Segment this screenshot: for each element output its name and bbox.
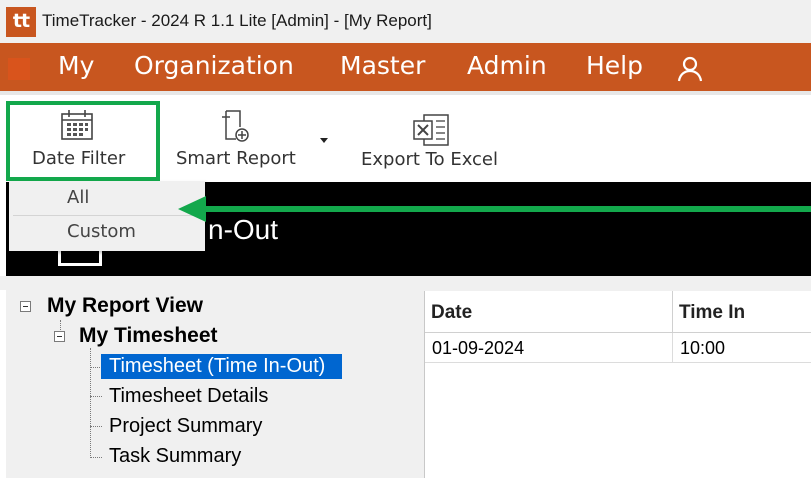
menu-item-my[interactable]: My xyxy=(58,51,94,80)
tree-connector-branch xyxy=(90,396,102,397)
column-header-date[interactable]: Date xyxy=(425,291,673,333)
menu-side-mark xyxy=(8,58,30,80)
menu-item-admin[interactable]: Admin xyxy=(467,51,547,80)
annotation-arrow xyxy=(178,196,811,222)
tree-item-timesheet-time-in-out[interactable]: Timesheet (Time In-Out) xyxy=(109,355,325,378)
date-filter-option-custom-label: Custom xyxy=(67,221,136,242)
smart-report-button[interactable]: Smart Report xyxy=(172,95,312,182)
title-bar: tt TimeTracker - 2024 R 1.1 Lite [Admin]… xyxy=(0,0,811,43)
tree-collapse-group-icon[interactable] xyxy=(54,331,65,342)
menu-bar: My Organization Master Admin Help xyxy=(0,43,811,91)
tree-connector-branch xyxy=(90,457,102,458)
content-divider xyxy=(0,276,811,290)
menu-item-organization[interactable]: Organization xyxy=(134,51,294,80)
column-header-time-in[interactable]: Time In xyxy=(673,291,811,333)
table-cell-time-in[interactable]: 10:00 xyxy=(673,333,811,363)
date-filter-highlight xyxy=(6,101,160,181)
tree-item-task-summary[interactable]: Task Summary xyxy=(109,445,241,468)
report-grid: Date Time In 01-09-2024 10:00 xyxy=(424,291,811,478)
table-cell-time-in-value: 10:00 xyxy=(680,338,726,358)
date-filter-option-all-label: All xyxy=(67,187,90,208)
smart-report-dropdown-caret[interactable] xyxy=(320,138,328,143)
user-icon[interactable] xyxy=(676,55,704,83)
export-excel-label: Export To Excel xyxy=(361,149,498,170)
dropdown-separator xyxy=(13,215,201,216)
smart-report-icon xyxy=(222,110,249,142)
tree-connector xyxy=(60,320,61,330)
tree-group-label[interactable]: My Timesheet xyxy=(79,324,218,348)
app-logo: tt xyxy=(6,7,36,37)
tree-collapse-root-icon[interactable] xyxy=(20,301,31,312)
table-cell-date-value: 01-09-2024 xyxy=(432,338,525,358)
menu-item-help[interactable]: Help xyxy=(586,51,643,80)
window-title: TimeTracker - 2024 R 1.1 Lite [Admin] - … xyxy=(42,11,432,30)
tree-connector-vertical xyxy=(90,348,91,458)
column-header-date-label: Date xyxy=(431,302,473,323)
column-header-time-in-label: Time In xyxy=(679,302,746,323)
tree-item-timesheet-details[interactable]: Timesheet Details xyxy=(109,385,268,408)
tree-item-project-summary[interactable]: Project Summary xyxy=(109,415,262,438)
table-cell-date[interactable]: 01-09-2024 xyxy=(425,333,673,363)
tree-root-label[interactable]: My Report View xyxy=(47,294,203,318)
tree-connector-branch xyxy=(90,426,102,427)
excel-icon xyxy=(413,114,449,146)
export-excel-button[interactable]: Export To Excel xyxy=(360,95,510,182)
smart-report-label: Smart Report xyxy=(176,148,296,169)
menu-item-master[interactable]: Master xyxy=(340,51,425,80)
